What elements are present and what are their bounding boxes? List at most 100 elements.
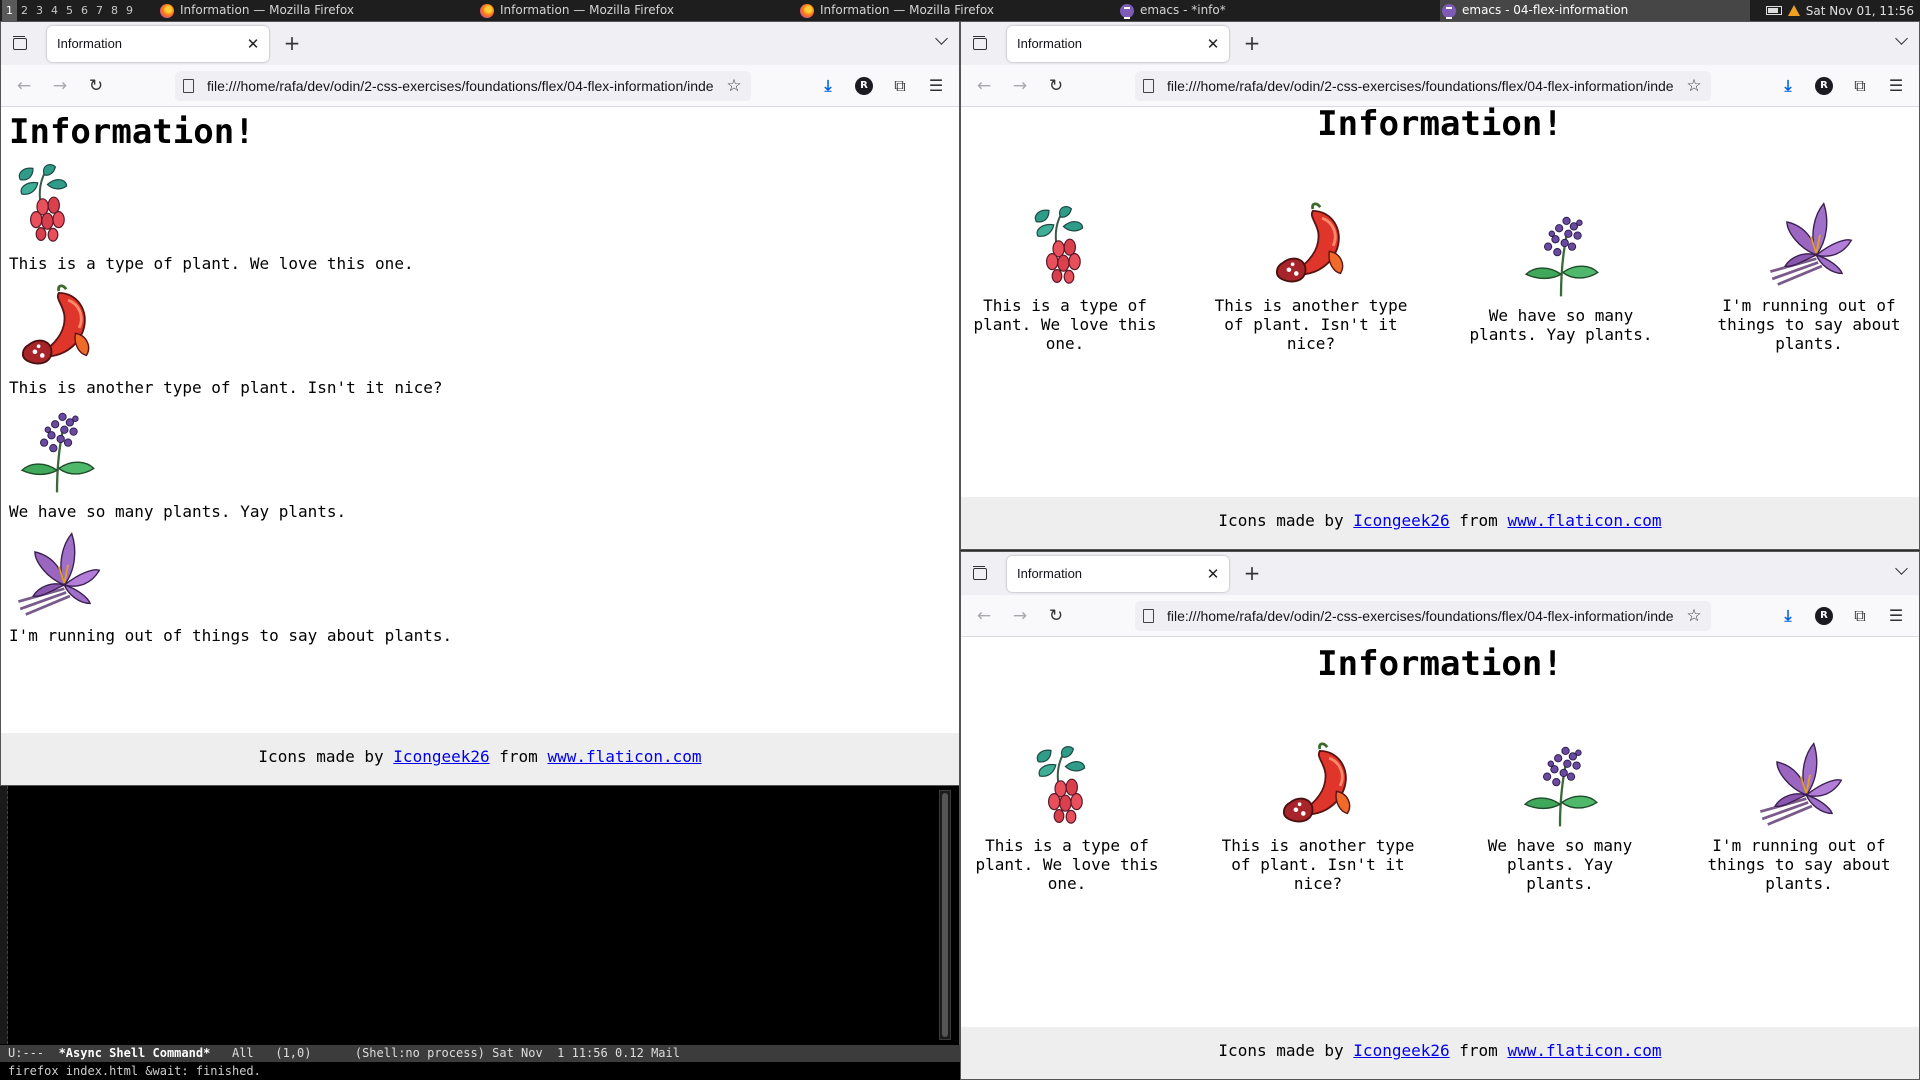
chevron-down-icon[interactable] [1895,564,1909,578]
taskbar-item-label: Information — Mozilla Firefox [820,3,994,17]
emacs-icon [1442,3,1456,19]
bookmark-star-icon[interactable]: ☆ [1683,605,1705,627]
profile-avatar[interactable]: R [1815,77,1833,95]
taskbar-item-firefox-2[interactable]: Information — Mozilla Firefox [480,0,800,21]
info-item: I'm running out of things to say about p… [1703,198,1915,353]
url-bar[interactable]: file:///home/rafa/dev/odin/2-css-exercis… [1135,601,1711,631]
tab-information[interactable]: Information ✕ [1007,26,1229,62]
tab-title: Information [1017,36,1083,51]
nav-bar: ← → ↻ file:///home/rafa/dev/odin/2-css-e… [961,595,1919,637]
author-link[interactable]: Icongeek26 [1353,1041,1449,1060]
info-text: We have so many plants. Yay plants. [9,502,347,521]
url-text[interactable]: file:///home/rafa/dev/odin/2-css-exercis… [1167,71,1673,101]
new-tab-icon[interactable]: + [1241,562,1263,584]
firefox-view-icon[interactable] [969,32,991,54]
extensions-icon[interactable]: ⧉ [889,75,911,97]
taskbar-item-firefox-1[interactable]: Information — Mozilla Firefox [160,0,480,21]
new-tab-icon[interactable]: + [1241,32,1263,54]
author-link[interactable]: Icongeek26 [393,747,489,766]
back-icon[interactable]: ← [973,605,995,627]
firefox-view-icon[interactable] [969,562,991,584]
download-icon[interactable]: ⤓ [817,75,839,97]
url-bar[interactable]: file:///home/rafa/dev/odin/2-css-exercis… [1135,71,1711,101]
page-icon [183,79,194,93]
back-icon[interactable]: ← [13,75,35,97]
chevron-down-icon[interactable] [1895,34,1909,48]
tab-information[interactable]: Information ✕ [1007,556,1229,592]
profile-avatar[interactable]: R [855,77,873,95]
taskbar-item-emacs-active[interactable]: emacs - 04-flex-information [1440,0,1750,21]
scrollbar-thumb[interactable] [942,793,948,1037]
info-item: We have so many plants. Yay plants. [9,404,346,521]
info-text: This is another type of plant. Isn't it … [1221,836,1415,893]
reload-icon[interactable]: ↻ [1045,75,1067,97]
flaticon-link[interactable]: www.flaticon.com [1507,511,1661,530]
tab-title: Information [1017,566,1083,581]
info-item: I'm running out of things to say about p… [1697,738,1901,893]
author-link[interactable]: Icongeek26 [1353,511,1449,530]
taskbar-item-emacs-info[interactable]: emacs - *info* [1120,0,1440,21]
extensions-icon[interactable]: ⧉ [1849,605,1871,627]
workspace-3[interactable]: 3 [32,0,47,21]
taskbar-item-label: emacs - 04-flex-information [1462,3,1629,17]
extensions-icon[interactable]: ⧉ [1849,75,1871,97]
workspace-8[interactable]: 8 [107,0,122,21]
hamburger-menu-icon[interactable]: ☰ [1885,605,1907,627]
info-item: I'm running out of things to say about p… [9,528,452,645]
emacs-shell-pane[interactable]: U:--- *Async Shell Command* All (1,0) (S… [0,786,960,1080]
workspace-2[interactable]: 2 [17,0,32,21]
clock[interactable]: Sat Nov 01, 11:56 [1806,4,1914,18]
workspace-switcher: 1 2 3 4 5 6 7 8 9 [2,0,137,21]
new-tab-icon[interactable]: + [281,32,303,54]
url-text[interactable]: file:///home/rafa/dev/odin/2-css-exercis… [207,71,713,101]
battery-icon[interactable] [1765,6,1782,15]
hamburger-menu-icon[interactable]: ☰ [925,75,947,97]
firefox-icon [160,3,174,18]
workspace-4[interactable]: 4 [47,0,62,21]
download-icon[interactable]: ⤓ [1777,605,1799,627]
profile-avatar[interactable]: R [1815,607,1833,625]
hamburger-menu-icon[interactable]: ☰ [1885,75,1907,97]
info-item: This is a type of plant. We love this on… [9,156,414,273]
forward-icon[interactable]: → [49,75,71,97]
close-icon[interactable]: ✕ [243,34,263,54]
emacs-minibuffer[interactable]: firefox index.html &wait: finished. [0,1062,960,1080]
tab-strip: Information ✕ + [961,552,1919,595]
workspace-9[interactable]: 9 [122,0,137,21]
workspace-1[interactable]: 1 [2,0,17,21]
url-text[interactable]: file:///home/rafa/dev/odin/2-css-exercis… [1167,601,1673,631]
forward-icon[interactable]: → [1009,605,1031,627]
flaticon-link[interactable]: www.flaticon.com [1507,1041,1661,1060]
reload-icon[interactable]: ↻ [1045,605,1067,627]
saffron-icon [1761,198,1857,290]
close-icon[interactable]: ✕ [1203,564,1223,584]
workspace-5[interactable]: 5 [62,0,77,21]
workspace-6[interactable]: 6 [77,0,92,21]
firefox-window-left: Information ✕ + ← → ↻ file:///home/rafa/… [0,21,960,786]
modeline-time: Sat Nov 1 11:56 0.12 Mail [492,1046,680,1060]
firefox-view-icon[interactable] [9,32,31,54]
bookmark-star-icon[interactable]: ☆ [1683,75,1705,97]
flaticon-link[interactable]: www.flaticon.com [547,747,701,766]
back-icon[interactable]: ← [973,75,995,97]
url-bar[interactable]: file:///home/rafa/dev/odin/2-css-exercis… [175,71,751,101]
bookmark-star-icon[interactable]: ☆ [723,75,745,97]
page-title: Information! [1317,644,1563,684]
forward-icon[interactable]: → [1009,75,1031,97]
tab-information[interactable]: Information ✕ [47,26,269,62]
taskbar-item-firefox-3[interactable]: Information — Mozilla Firefox [800,0,1120,21]
emacs-fringe [0,786,8,1044]
reload-icon[interactable]: ↻ [85,75,107,97]
emacs-icon [1120,3,1134,19]
page-footer: Icons made by Icongeek26 from www.flatic… [961,1027,1919,1079]
workspace-7[interactable]: 7 [92,0,107,21]
footer-middle: from [1459,511,1498,530]
info-text: We have so many plants. Yay plants. [1469,306,1653,344]
chevron-down-icon[interactable] [935,34,949,48]
scrollbar[interactable] [939,790,951,1040]
download-icon[interactable]: ⤓ [1777,75,1799,97]
warning-icon[interactable] [1787,5,1800,16]
info-text: This is a type of plant. We love this on… [9,254,414,273]
page-footer: Icons made by Icongeek26 from www.flatic… [961,497,1919,549]
close-icon[interactable]: ✕ [1203,34,1223,54]
